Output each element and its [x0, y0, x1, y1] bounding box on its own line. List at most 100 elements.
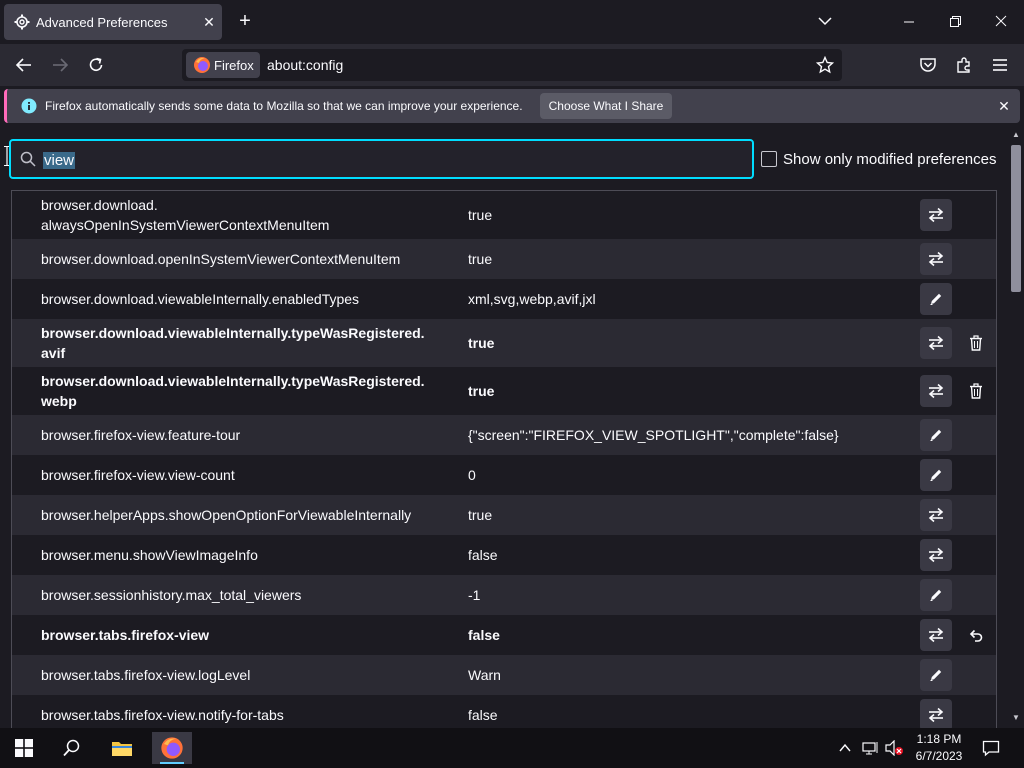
edit-button[interactable]	[920, 579, 952, 611]
close-icon[interactable]: ✕	[200, 13, 218, 31]
back-icon	[15, 58, 31, 72]
scroll-down-icon[interactable]: ▼	[1012, 713, 1020, 722]
edit-icon	[930, 293, 942, 305]
preference-value: true	[468, 207, 493, 223]
preference-name: browser.tabs.firefox-view.notify-for-tab…	[41, 707, 284, 723]
volume-muted-icon	[885, 740, 903, 756]
network-status[interactable]	[862, 738, 880, 758]
delete-button[interactable]	[962, 377, 990, 405]
edit-button[interactable]	[920, 459, 952, 491]
preference-row[interactable]: browser.firefox-view.view-count 0	[12, 455, 996, 495]
list-all-tabs-button[interactable]	[810, 8, 840, 36]
preference-row[interactable]: browser.sessionhistory.max_total_viewers…	[12, 575, 996, 615]
volume-control[interactable]	[884, 738, 904, 758]
scroll-up-icon[interactable]: ▲	[1012, 130, 1020, 139]
reset-button[interactable]	[962, 621, 990, 649]
star-icon[interactable]	[816, 56, 834, 74]
preference-name: browser.firefox-view.feature-tour	[41, 427, 241, 443]
choose-what-i-share-button[interactable]: Choose What I Share	[540, 93, 672, 119]
preference-row[interactable]: browser.download.openInSystemViewerConte…	[12, 239, 996, 279]
extensions-button[interactable]	[951, 53, 977, 77]
show-only-modified-checkbox[interactable]	[761, 151, 777, 167]
show-only-modified-label[interactable]: Show only modified preferences	[783, 151, 996, 168]
search-icon	[20, 151, 36, 167]
preference-row[interactable]: browser.download.viewableInternally.type…	[12, 319, 996, 367]
preference-row[interactable]: browser.download.viewableInternally.enab…	[12, 279, 996, 319]
preference-row[interactable]: browser.download.viewableInternally.type…	[12, 367, 996, 415]
minimize-icon	[904, 21, 914, 23]
edit-button[interactable]	[920, 659, 952, 691]
toggle-button[interactable]	[920, 499, 952, 531]
preference-search-input[interactable]: view	[9, 139, 754, 179]
about-config-page: view Show only modified preferences brow…	[0, 127, 1024, 730]
edit-button[interactable]	[920, 283, 952, 315]
delete-button[interactable]	[962, 329, 990, 357]
preference-value: xml,svg,webp,avif,jxl	[468, 291, 596, 307]
preference-row[interactable]: browser.tabs.firefox-view.notify-for-tab…	[12, 695, 996, 730]
file-explorer-icon	[112, 742, 132, 756]
windows-start-icon	[15, 739, 33, 757]
minimize-button[interactable]	[894, 8, 924, 36]
reload-icon	[89, 57, 103, 71]
clock-date: 6/7/2023	[915, 749, 963, 763]
url-bar[interactable]: Firefox about:config	[182, 49, 842, 81]
forward-button[interactable]	[47, 53, 73, 77]
close-icon	[995, 15, 1007, 27]
toggle-button[interactable]	[920, 699, 952, 730]
toggle-button[interactable]	[920, 375, 952, 407]
preference-row[interactable]: browser.menu.showViewImageInfo false	[12, 535, 996, 575]
edit-icon	[930, 669, 942, 681]
notifications-icon	[982, 740, 1000, 757]
toggle-button[interactable]	[920, 199, 952, 231]
delete-icon	[970, 335, 982, 351]
data-collection-notification: Firefox automatically sends some data to…	[4, 89, 1020, 123]
toggle-button[interactable]	[920, 327, 952, 359]
toggle-icon	[928, 207, 944, 223]
app-menu-button[interactable]	[987, 53, 1013, 77]
preference-row[interactable]: browser.helperApps.showOpenOptionForView…	[12, 495, 996, 535]
edit-button[interactable]	[920, 419, 952, 451]
url-text[interactable]: about:config	[267, 57, 343, 73]
preference-value: true	[468, 383, 495, 399]
toggle-button[interactable]	[920, 539, 952, 571]
preference-name: browser.download. alwaysOpenInSystemView…	[41, 197, 330, 233]
toggle-button[interactable]	[920, 619, 952, 651]
preference-value: false	[468, 547, 498, 563]
notification-center-button[interactable]	[982, 738, 1000, 758]
window-close-button[interactable]	[986, 8, 1016, 36]
new-tab-button[interactable]: +	[234, 10, 256, 32]
preference-value: true	[468, 251, 493, 267]
preference-name: browser.download.viewableInternally.enab…	[41, 291, 360, 307]
preference-row[interactable]: browser.tabs.firefox-view.logLevel Warn	[12, 655, 996, 695]
search-icon	[63, 739, 80, 757]
taskbar-firefox[interactable]	[152, 732, 192, 764]
preference-row[interactable]: browser.firefox-view.feature-tour {"scree…	[12, 415, 996, 455]
clock-time: 1:18 PM	[916, 732, 962, 746]
reload-button[interactable]	[83, 53, 109, 77]
preference-name: browser.sessionhistory.max_total_viewers	[41, 587, 302, 603]
preference-row[interactable]: browser.tabs.firefox-view false	[12, 615, 996, 655]
firefox-icon	[194, 57, 210, 73]
preference-row[interactable]: browser.download. alwaysOpenInSystemView…	[12, 191, 996, 239]
vertical-scrollbar[interactable]: ▲ ▼	[1008, 127, 1024, 728]
back-button[interactable]	[11, 53, 37, 77]
system-clock[interactable]: 1:18 PM 6/7/2023	[906, 731, 972, 765]
toggle-icon	[928, 507, 944, 523]
network-icon	[862, 742, 878, 755]
taskbar-file-explorer[interactable]	[102, 732, 142, 764]
start-button[interactable]	[4, 732, 44, 764]
navigation-toolbar: Firefox about:config	[0, 44, 1024, 86]
show-hidden-icons-button[interactable]	[838, 738, 852, 758]
maximize-button[interactable]	[940, 8, 970, 36]
identity-box[interactable]: Firefox	[186, 52, 260, 78]
extensions-icon	[957, 57, 970, 73]
taskbar-search-button[interactable]	[52, 732, 92, 764]
preference-value: false	[468, 627, 500, 643]
scrollbar-thumb[interactable]	[1011, 145, 1021, 292]
tab-advanced-preferences[interactable]: Advanced Preferences ✕	[4, 4, 222, 40]
notification-message: Firefox automatically sends some data to…	[45, 99, 523, 113]
pocket-button[interactable]	[915, 53, 941, 77]
toggle-button[interactable]	[920, 243, 952, 275]
close-icon[interactable]: ✕	[995, 97, 1013, 115]
preference-value: true	[468, 335, 495, 351]
